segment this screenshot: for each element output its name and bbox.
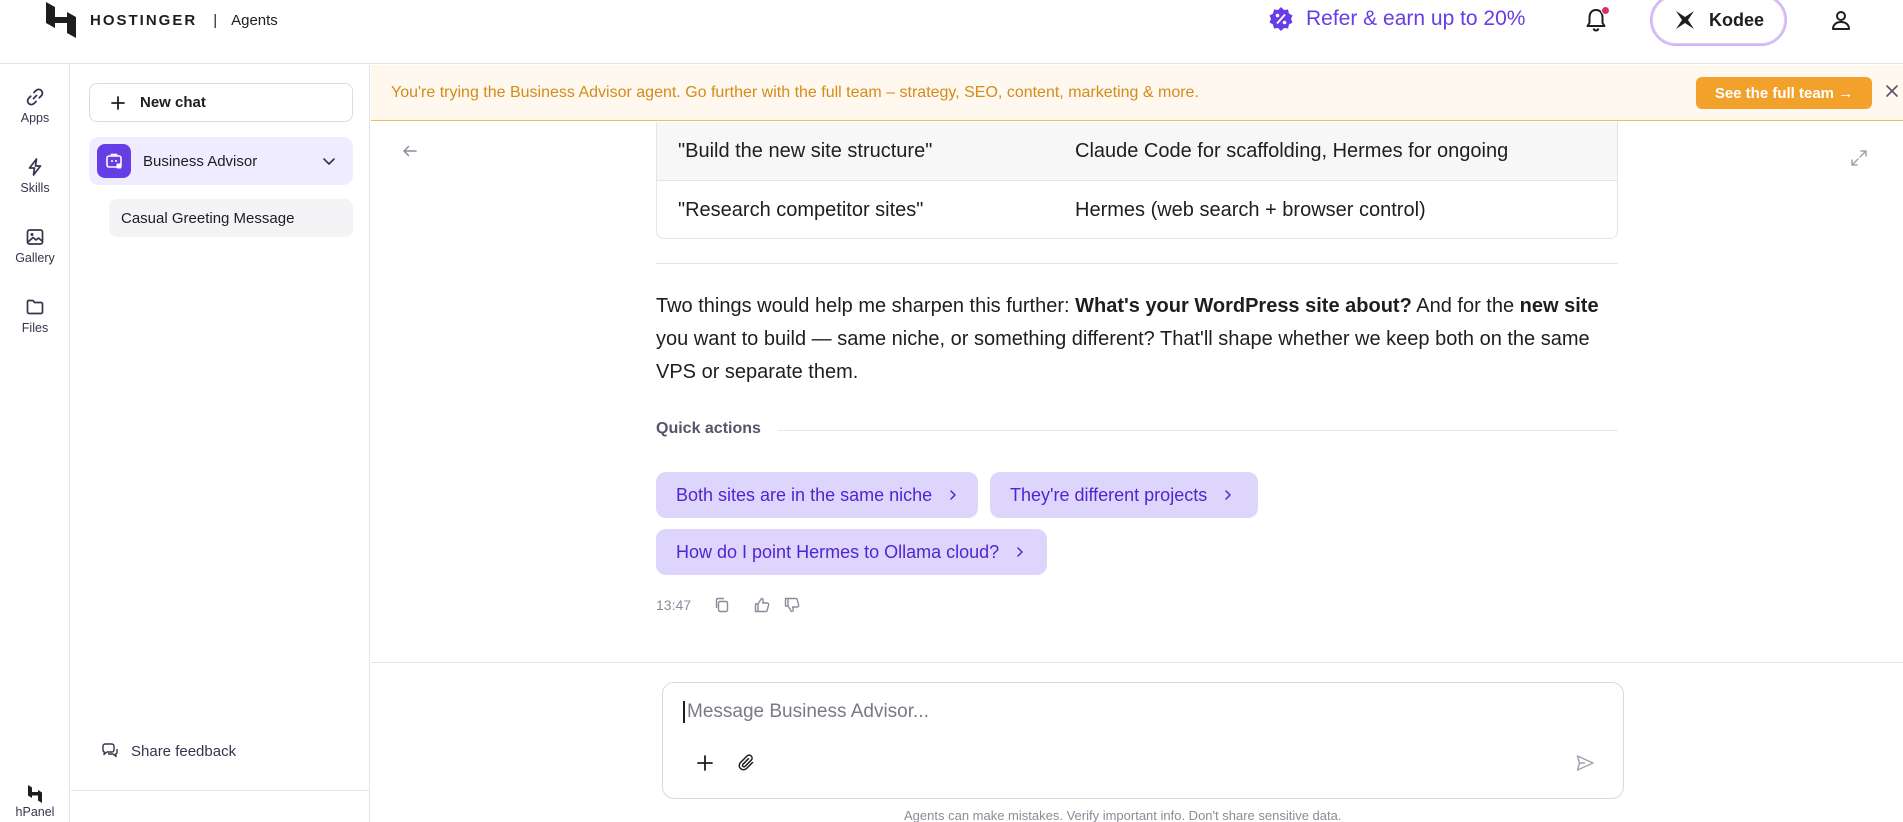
quick-action-ollama[interactable]: How do I point Hermes to Ollama cloud? bbox=[656, 529, 1047, 575]
banner-text: You're trying the Business Advisor agent… bbox=[391, 84, 1199, 101]
expand-icon[interactable] bbox=[1849, 148, 1869, 168]
table-cell-tool: Claude Code for scaffolding, Hermes for … bbox=[1075, 139, 1509, 162]
top-header: HOSTINGER | Agents Refer & earn up to 20… bbox=[0, 0, 1903, 64]
kodee-label: Kodee bbox=[1708, 9, 1764, 30]
quick-actions-title: Quick actions bbox=[656, 420, 761, 437]
section-name: Agents bbox=[231, 11, 278, 29]
upgrade-banner: You're trying the Business Advisor agent… bbox=[371, 65, 1903, 121]
brand-name: HOSTINGER bbox=[90, 11, 198, 29]
paperclip-icon[interactable] bbox=[737, 753, 757, 773]
link-icon bbox=[26, 88, 44, 106]
message-composer bbox=[662, 682, 1624, 799]
tool-recommendation-table: "Build the new site structure" Claude Co… bbox=[656, 122, 1618, 239]
rail-label-apps: Apps bbox=[20, 111, 50, 125]
quick-action-different-projects[interactable]: They're different projects bbox=[990, 472, 1258, 518]
agent-avatar bbox=[97, 144, 131, 178]
hpanel-link[interactable]: hPanel bbox=[0, 785, 70, 819]
discount-badge-icon bbox=[1269, 7, 1293, 31]
table-cell-task: "Build the new site structure" bbox=[678, 139, 933, 162]
rail-item-apps[interactable]: Apps bbox=[0, 87, 70, 125]
share-feedback-label: Share feedback bbox=[131, 742, 237, 760]
chevron-right-icon bbox=[950, 490, 956, 500]
close-icon[interactable] bbox=[1883, 82, 1901, 100]
copy-icon[interactable] bbox=[713, 596, 731, 614]
briefcase-agent-icon bbox=[106, 153, 122, 169]
folder-icon bbox=[26, 299, 44, 315]
refer-link[interactable]: Refer & earn up to 20% bbox=[1268, 6, 1525, 32]
rail-label-gallery: Gallery bbox=[15, 251, 55, 265]
kodee-star-icon bbox=[1675, 11, 1694, 29]
new-chat-label: New chat bbox=[140, 94, 206, 111]
send-icon[interactable] bbox=[1575, 753, 1595, 773]
composer-divider bbox=[371, 662, 1903, 663]
chevron-right-icon bbox=[1225, 490, 1231, 500]
plus-icon bbox=[111, 95, 125, 110]
kodee-button[interactable]: Kodee bbox=[1650, 0, 1787, 46]
hostinger-logo[interactable]: HOSTINGER | Agents bbox=[44, 2, 278, 38]
share-feedback-link[interactable]: Share feedback bbox=[101, 742, 236, 760]
refer-label: Refer & earn up to 20% bbox=[1306, 7, 1526, 30]
message-text: And for the bbox=[1411, 295, 1520, 317]
table-row: "Research competitor sites" Hermes (web … bbox=[657, 181, 1617, 238]
message-text: you want to build — same niche, or somet… bbox=[656, 328, 1590, 383]
hostinger-logo-icon bbox=[46, 2, 76, 38]
add-icon[interactable] bbox=[695, 753, 715, 773]
table-row: "Build the new site structure" Claude Co… bbox=[657, 122, 1617, 181]
message-divider bbox=[656, 263, 1618, 264]
quick-actions-divider bbox=[778, 430, 1618, 431]
bolt-icon bbox=[28, 158, 42, 176]
rail-item-skills[interactable]: Skills bbox=[0, 157, 70, 195]
thumbs-down-icon[interactable] bbox=[783, 596, 801, 614]
see-full-team-button[interactable]: See the full team → bbox=[1696, 77, 1872, 109]
user-account-icon[interactable] bbox=[1829, 8, 1853, 32]
table-cell-tool: Hermes (web search + browser control) bbox=[1075, 199, 1426, 221]
chevron-down-icon[interactable] bbox=[321, 153, 337, 169]
message-text: Two things would help me sharpen this fu… bbox=[656, 295, 1076, 317]
hpanel-label: hPanel bbox=[15, 805, 55, 819]
chat-history-item[interactable]: Casual Greeting Message bbox=[109, 199, 353, 237]
agent-name: Business Advisor bbox=[143, 152, 258, 170]
rail-item-gallery[interactable]: Gallery bbox=[0, 227, 70, 265]
sidebar-footer-divider bbox=[71, 790, 369, 822]
message-bold-phrase: new site bbox=[1519, 295, 1599, 317]
quick-action-label: Both sites are in the same niche bbox=[676, 484, 933, 505]
agent-business-advisor[interactable]: Business Advisor bbox=[89, 137, 353, 185]
chevron-right-icon bbox=[1017, 547, 1023, 557]
assistant-message: Two things would help me sharpen this fu… bbox=[656, 290, 1624, 389]
message-bold-question: What's your WordPress site about? bbox=[1075, 295, 1412, 317]
message-input[interactable] bbox=[683, 701, 1583, 723]
quick-action-same-niche[interactable]: Both sites are in the same niche bbox=[656, 472, 978, 518]
hostinger-mini-logo-icon bbox=[28, 785, 42, 803]
left-rail: Apps Skills Gallery Files bbox=[0, 65, 70, 822]
feedback-chat-icon bbox=[102, 743, 118, 758]
thumbs-up-icon[interactable] bbox=[753, 596, 771, 614]
rail-item-files[interactable]: Files bbox=[0, 297, 70, 335]
ai-disclaimer: Agents can make mistakes. Verify importa… bbox=[904, 808, 1342, 822]
new-chat-button[interactable]: New chat bbox=[89, 83, 353, 122]
table-cell-task: "Research competitor sites" bbox=[678, 199, 924, 221]
back-arrow-icon[interactable] bbox=[401, 142, 419, 160]
message-meta: 13:47 bbox=[656, 596, 801, 614]
notification-dot bbox=[1601, 6, 1610, 15]
message-timestamp: 13:47 bbox=[656, 597, 692, 613]
brand-separator: | bbox=[213, 11, 218, 29]
image-icon bbox=[26, 229, 44, 245]
rail-label-skills: Skills bbox=[20, 181, 50, 195]
rail-label-files: Files bbox=[21, 321, 49, 335]
quick-action-label: They're different projects bbox=[1010, 484, 1208, 505]
quick-action-label: How do I point Hermes to Ollama cloud? bbox=[676, 541, 1000, 562]
chat-sidebar: New chat Business Advisor Casual Greetin… bbox=[71, 65, 370, 822]
